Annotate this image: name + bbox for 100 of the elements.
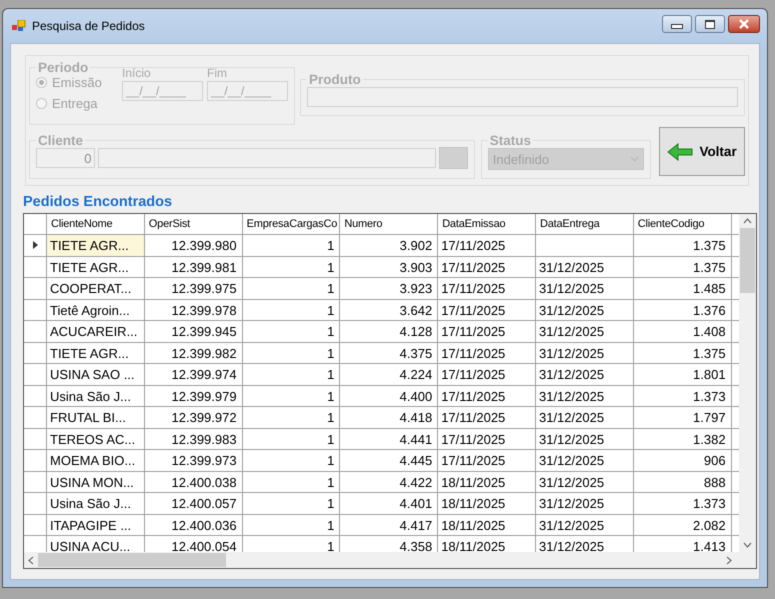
table-cell: 4.375: [340, 342, 438, 364]
column-header[interactable]: DataEntrega: [536, 214, 634, 235]
table-cell: 17/11/2025: [438, 407, 536, 428]
table-cell: 1.485: [634, 278, 732, 300]
scrollbar-thumb[interactable]: [740, 228, 755, 293]
table-cell: TEREOS AC...: [47, 428, 145, 450]
table-cell: 12.399.975: [144, 278, 243, 300]
table-cell: USINA MON...: [47, 472, 145, 493]
table-cell: 1.801: [634, 364, 732, 386]
table-cell: 3.903: [340, 256, 438, 278]
table-cell: TIETE AGR...: [47, 256, 145, 278]
table-cell: 17/11/2025: [438, 342, 536, 364]
table-cell: 2.082: [634, 514, 732, 536]
table-cell: 1: [242, 472, 340, 493]
table-cell: 12.399.978: [144, 300, 243, 321]
table-cell: TIETE AGR...: [47, 342, 145, 364]
table-cell: Usina São J...: [47, 386, 145, 407]
table-cell: 17/11/2025: [438, 278, 536, 300]
table-cell: 1.375: [634, 235, 732, 256]
table-cell: 31/12/2025: [536, 450, 634, 472]
scroll-down-icon[interactable]: [743, 542, 752, 548]
section-title: Pedidos Encontrados: [23, 194, 174, 210]
table-cell: 18/11/2025: [438, 472, 536, 493]
table-cell: 18/11/2025: [438, 514, 536, 536]
table-cell: 12.399.974: [144, 364, 243, 386]
table-cell: COOPERAT...: [47, 278, 145, 300]
table-cell: 4.400: [340, 386, 438, 407]
table-cell: 4.445: [340, 450, 438, 472]
table-cell: 1: [242, 300, 340, 321]
table-cell: MOEMA BIO...: [47, 450, 145, 472]
table-cell: 12.399.979: [144, 386, 243, 407]
table-cell: 1.408: [634, 321, 732, 342]
scrollbar-thumb[interactable]: [38, 553, 226, 567]
table-cell: FRUTAL BI...: [47, 407, 145, 428]
group-title: Status: [488, 133, 532, 148]
column-header[interactable]: OperSist: [144, 214, 243, 235]
table-cell: 1.382: [634, 428, 732, 450]
group-title: Produto: [308, 72, 362, 87]
table-cell: 31/12/2025: [536, 514, 634, 536]
current-row-icon: [32, 241, 38, 250]
scroll-left-icon[interactable]: [28, 556, 34, 564]
column-header[interactable]: Numero: [340, 214, 438, 235]
table-cell: 17/11/2025: [438, 256, 536, 278]
scroll-up-icon[interactable]: [743, 218, 752, 224]
column-header[interactable]: EmpresaCargasCo: [242, 214, 340, 235]
table-cell: 31/12/2025: [536, 407, 634, 428]
table-cell: 888: [634, 472, 732, 493]
table-cell: 12.399.973: [144, 450, 243, 472]
table-cell: 31/12/2025: [536, 472, 634, 493]
table-cell: Usina São J...: [47, 493, 145, 514]
table-cell: 1: [242, 493, 340, 514]
table-cell: 4.128: [340, 321, 438, 342]
table-cell: 3.923: [340, 278, 438, 300]
close-button[interactable]: [728, 15, 760, 33]
table-cell: 1.373: [634, 386, 732, 407]
column-header[interactable]: DataEmissao: [438, 214, 536, 235]
table-cell: 12.399.981: [144, 256, 243, 278]
table-cell: 31/12/2025: [536, 256, 634, 278]
vertical-scrollbar[interactable]: [739, 214, 756, 552]
table-cell: 31/12/2025: [536, 364, 634, 386]
table-cell: 3.902: [340, 235, 438, 256]
minimize-button[interactable]: [662, 15, 692, 33]
table-cell: 4.401: [340, 493, 438, 514]
table-cell: 1: [242, 407, 340, 428]
table-cell: 4.418: [340, 407, 438, 428]
table-cell: 17/11/2025: [438, 450, 536, 472]
table-cell: 1: [242, 386, 340, 407]
maximize-button[interactable]: [695, 15, 725, 33]
table-cell: 12.399.945: [144, 321, 243, 342]
field-label: Início: [122, 66, 152, 80]
table-cell: 1.373: [634, 493, 732, 514]
scroll-right-icon[interactable]: [726, 556, 732, 564]
table-cell: 4.224: [340, 364, 438, 386]
table-cell: Tietê Agroin...: [47, 300, 145, 321]
group-title: Cliente: [37, 133, 84, 148]
column-header[interactable]: ClienteCodigo: [634, 214, 732, 235]
table-cell: 4.441: [340, 428, 438, 450]
table-cell: 1: [242, 342, 340, 364]
table-cell: 1.375: [634, 342, 732, 364]
table-cell: 31/12/2025: [536, 278, 634, 300]
table-cell: 31/12/2025: [536, 342, 634, 364]
table-cell: 17/11/2025: [438, 321, 536, 342]
table-cell: 1: [242, 514, 340, 536]
table-cell: 1.376: [634, 300, 732, 321]
table-cell: 12.400.038: [144, 472, 243, 493]
table-cell: 31/12/2025: [536, 386, 634, 407]
close-icon: [738, 19, 750, 29]
table-cell: 1.797: [634, 407, 732, 428]
table-cell: 12.400.036: [144, 514, 243, 536]
table-cell: 17/11/2025: [438, 300, 536, 321]
table-cell: 1: [242, 364, 340, 386]
group-title: Periodo: [37, 60, 90, 75]
table-cell: 1: [242, 428, 340, 450]
table-cell: 17/11/2025: [438, 386, 536, 407]
table-cell: USINA SAO ...: [47, 364, 145, 386]
table-cell: 1: [242, 321, 340, 342]
table-cell: 31/12/2025: [536, 321, 634, 342]
table-cell: 12.399.982: [144, 342, 243, 364]
app-icon: [12, 20, 26, 32]
table-cell: 1: [242, 278, 340, 300]
